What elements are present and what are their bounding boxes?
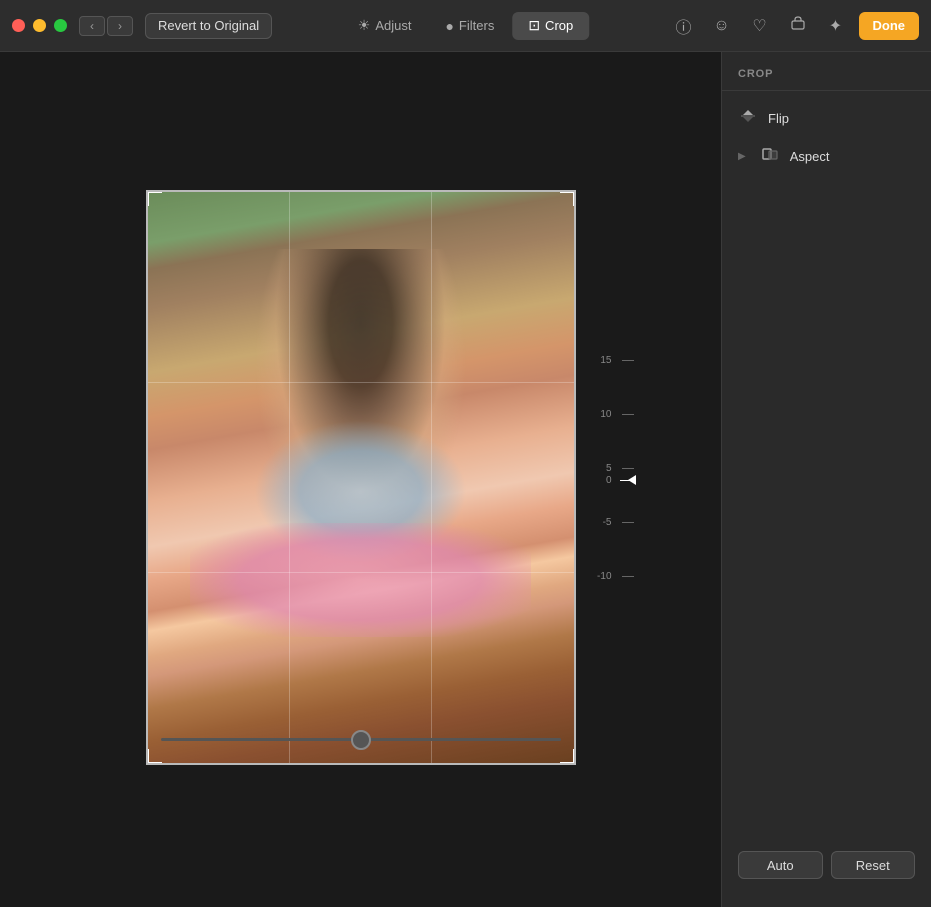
ruler-tick-neg10: -10 [622,576,634,577]
ruler-label-10: 10 [600,409,611,420]
crop-handle-top-left[interactable] [146,190,162,206]
ruler-tick-0: 0 [620,480,634,481]
ruler-label-0: 0 [606,475,612,486]
ruler-tick-5: 5 [622,468,634,469]
close-button[interactable] [12,19,25,32]
photo-area: 15 10 5 0 -5 [0,52,721,907]
photo-image [148,192,574,763]
rotation-slider-track[interactable] [161,738,561,741]
ruler-label-neg5: -5 [603,517,612,528]
reset-button[interactable]: Reset [831,851,916,879]
tab-group: ☀ Adjust ● Filters ⊡ Crop [342,12,589,40]
ruler-tick-10: 10 [622,414,634,415]
share-icon [790,15,806,36]
filters-icon: ● [445,18,453,34]
expand-arrow-icon: ▶ [738,151,746,162]
rotation-slider-thumb[interactable] [351,730,371,750]
emoji-icon: ☺ [713,17,729,35]
info-button[interactable]: ⓘ [669,12,699,40]
tab-crop[interactable]: ⊡ Crop [512,12,589,40]
ruler-indicator [628,475,636,485]
adjust-icon: ☀ [358,17,371,34]
sidebar-item-flip[interactable]: Flip [722,99,931,137]
toolbar-right: ⓘ ☺ ♡ ✦ Done [669,12,920,40]
crop-handle-top-right[interactable] [560,190,576,206]
sidebar-bottom-buttons: Auto Reset [722,839,931,891]
sidebar: CROP Flip ▶ Aspect Auto [721,52,931,907]
maximize-button[interactable] [54,19,67,32]
nav-buttons: ‹ › [79,16,133,36]
aspect-icon [760,145,780,167]
heart-button[interactable]: ♡ [745,12,775,40]
photo-frame[interactable] [146,190,576,765]
tab-crop-label: Crop [545,18,573,33]
heart-icon: ♡ [752,16,766,36]
tab-filters[interactable]: ● Filters [429,12,510,40]
revert-to-original-button[interactable]: Revert to Original [145,13,272,39]
minimize-button[interactable] [33,19,46,32]
ruler-label-15: 15 [600,355,611,366]
aspect-label: Aspect [790,149,830,164]
ruler-tick-neg5: -5 [622,522,634,523]
info-icon: ⓘ [675,14,691,38]
tab-filters-label: Filters [459,18,494,33]
tab-adjust-label: Adjust [375,18,411,33]
tools-icon: ✦ [829,16,842,36]
done-button[interactable]: Done [859,12,920,40]
tab-adjust[interactable]: ☀ Adjust [342,12,428,40]
emoji-button[interactable]: ☺ [707,12,737,40]
main-area: 15 10 5 0 -5 [0,52,931,907]
flip-icon [738,107,758,129]
crop-section-label: CROP [722,68,931,91]
ruler-tick-15: 15 [622,360,634,361]
nav-forward-button[interactable]: › [107,16,133,36]
nav-back-button[interactable]: ‹ [79,16,105,36]
flip-label: Flip [768,111,789,126]
sidebar-item-aspect[interactable]: ▶ Aspect [722,137,931,175]
traffic-lights [12,19,67,32]
photo-container: 15 10 5 0 -5 [146,190,576,770]
toolbar: ‹ › Revert to Original ☀ Adjust ● Filter… [0,0,931,52]
tools-button[interactable]: ✦ [821,12,851,40]
ruler-label-5: 5 [606,463,612,474]
rotation-ruler[interactable]: 15 10 5 0 -5 [589,330,644,630]
auto-button[interactable]: Auto [738,851,823,879]
share-button[interactable] [783,12,813,40]
crop-icon: ⊡ [528,17,540,34]
ruler-label-neg10: -10 [597,571,611,582]
bottom-slider-area [151,725,571,755]
